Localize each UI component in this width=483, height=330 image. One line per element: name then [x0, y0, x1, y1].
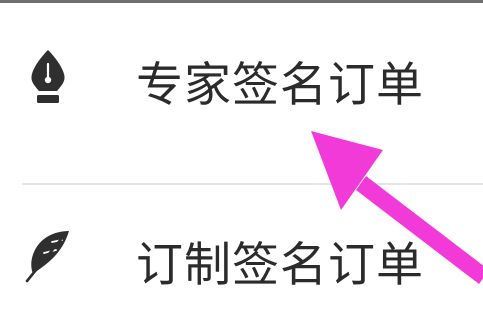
menu-divider	[22, 183, 483, 185]
feather-quill-icon	[22, 226, 74, 286]
menu-item-custom-signature-order[interactable]: 订制签名订单	[0, 220, 483, 330]
fountain-pen-nib-icon	[22, 46, 74, 106]
menu-item-label: 订制签名订单	[136, 238, 424, 293]
menu-item-expert-signature-order[interactable]: 专家签名订单	[0, 40, 483, 150]
menu-item-label: 专家签名订单	[136, 58, 424, 113]
top-status-bar	[0, 0, 483, 3]
